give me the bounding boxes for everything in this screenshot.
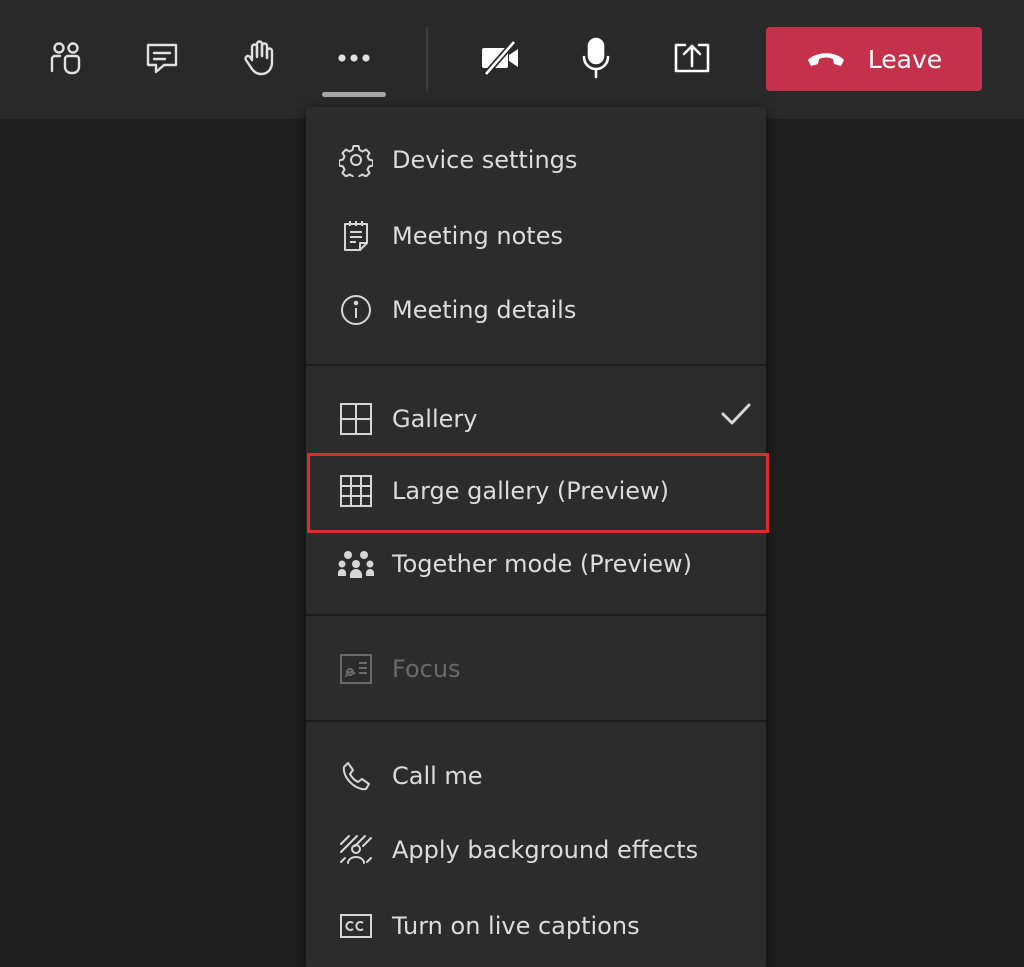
menu-item-label: Gallery — [392, 405, 478, 433]
checkmark-icon — [720, 401, 752, 431]
menu-item-label: Apply background effects — [392, 836, 699, 864]
menu-item-large-gallery[interactable]: Large gallery (Preview) — [306, 458, 766, 524]
menu-item-meeting-details[interactable]: Meeting details — [306, 277, 766, 343]
gear-icon — [338, 142, 374, 178]
microphone-button[interactable] — [564, 26, 628, 90]
share-button[interactable] — [660, 26, 724, 90]
menu-separator — [306, 364, 766, 366]
menu-item-label: Call me — [392, 762, 483, 790]
share-icon — [674, 43, 710, 73]
meeting-toolbar: Leave — [0, 0, 1024, 119]
menu-item-live-captions[interactable]: Turn on live captions — [306, 893, 766, 959]
more-actions-button[interactable] — [322, 26, 386, 90]
menu-item-device-settings[interactable]: Device settings — [306, 127, 766, 193]
toolbar-divider — [426, 27, 428, 91]
leave-label: Leave — [867, 44, 943, 74]
menu-item-label: Meeting details — [392, 296, 577, 324]
menu-item-label: Together mode (Preview) — [392, 550, 692, 578]
people-button[interactable] — [34, 26, 98, 90]
raise-hand-button[interactable] — [226, 26, 290, 90]
menu-item-apply-background-effects[interactable]: Apply background effects — [306, 817, 766, 883]
camera-toggle-button[interactable] — [468, 26, 532, 90]
background-effects-icon — [338, 832, 374, 868]
chat-icon — [146, 43, 178, 74]
menu-separator — [306, 720, 766, 722]
chat-button[interactable] — [130, 26, 194, 90]
info-icon — [338, 292, 374, 328]
microphone-icon — [582, 37, 610, 79]
menu-item-label: Focus — [392, 655, 461, 683]
menu-item-call-me[interactable]: Call me — [306, 743, 766, 809]
raise-hand-icon — [244, 40, 274, 76]
large-gallery-icon — [338, 473, 374, 509]
menu-item-focus: Focus — [306, 636, 766, 702]
notes-icon — [338, 218, 374, 254]
together-mode-icon — [338, 546, 374, 582]
menu-item-label: Large gallery (Preview) — [392, 477, 670, 505]
people-icon — [50, 42, 81, 75]
menu-item-meeting-notes[interactable]: Meeting notes — [306, 203, 766, 269]
captions-icon — [338, 908, 374, 944]
menu-item-label: Turn on live captions — [392, 912, 640, 940]
more-actions-menu: Device settings Meeting notes Meeting de… — [306, 107, 766, 967]
menu-item-gallery[interactable]: Gallery — [306, 386, 766, 452]
camera-off-icon — [482, 40, 518, 76]
phone-icon — [338, 758, 374, 794]
leave-button[interactable]: Leave — [766, 27, 982, 91]
more-icon — [338, 54, 370, 62]
menu-item-label: Meeting notes — [392, 222, 563, 250]
menu-item-together-mode[interactable]: Together mode (Preview) — [306, 531, 766, 597]
hang-up-icon — [806, 49, 846, 69]
focus-icon — [338, 651, 374, 687]
menu-separator — [306, 614, 766, 616]
gallery-icon — [338, 401, 374, 437]
menu-item-label: Device settings — [392, 146, 578, 174]
active-indicator — [322, 92, 386, 97]
